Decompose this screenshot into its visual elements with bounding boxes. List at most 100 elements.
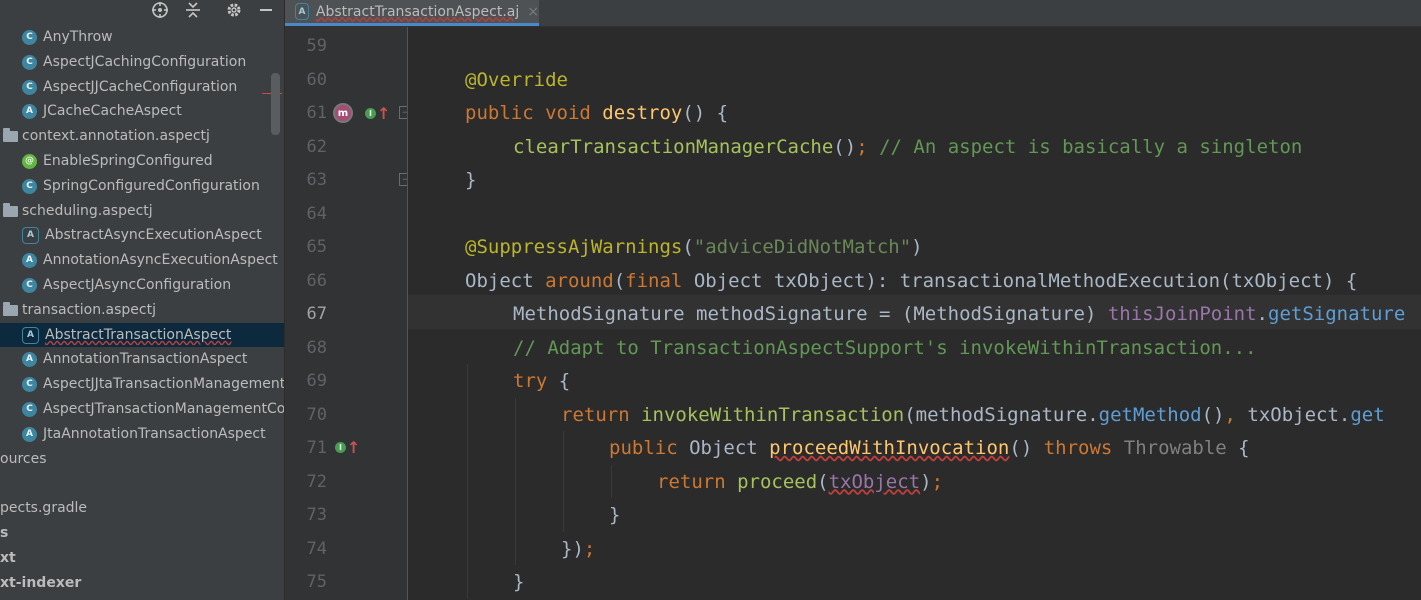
tree-item[interactable]: C AspectJTransactionManagementCo xyxy=(0,397,284,421)
code-token: @SuppressAjWarnings xyxy=(465,236,683,258)
code-token: MethodSignature methodSignature = (Metho… xyxy=(513,303,1108,325)
code-token: proceedWithInvocation xyxy=(769,437,1010,459)
tab-abstract-transaction-aspect[interactable]: A AbstractTransactionAspect.aj × xyxy=(285,0,539,26)
tree-item[interactable]: scheduling.aspectj xyxy=(0,199,284,223)
code-token: , xyxy=(1224,403,1248,426)
tree-item[interactable]: xt-indexer xyxy=(0,571,284,595)
line-number: 65 xyxy=(306,237,327,257)
code-line: MethodSignature methodSignature = (Metho… xyxy=(513,297,1405,331)
tree-item-label: AnnotationTransactionAspect xyxy=(43,351,248,367)
implemented-icon[interactable]: I xyxy=(335,442,346,453)
code-token: Object xyxy=(689,437,770,459)
code-token: () xyxy=(1201,403,1225,426)
line-number: 75 xyxy=(306,572,327,592)
tree-item[interactable]: pects.gradle xyxy=(0,496,284,520)
code-token: (methodSignature. xyxy=(904,403,1099,426)
code-token: () xyxy=(1009,437,1044,459)
folder-icon xyxy=(3,301,18,316)
tree-item[interactable]: transaction.aspectj xyxy=(0,298,284,322)
tree-item-label: scheduling.aspectj xyxy=(22,203,153,219)
arrow-up-icon: ↑ xyxy=(377,103,391,123)
tree-item[interactable]: A JCacheCacheAspect xyxy=(0,99,284,123)
tree-item[interactable]: A AbstractTransactionAspect xyxy=(0,323,284,347)
project-toolbar xyxy=(0,0,284,22)
tree-item[interactable]: C AspectJCachingConfiguration xyxy=(0,50,284,74)
tree-item-label: AbstractTransactionAspect xyxy=(45,327,232,343)
code-line: } xyxy=(465,163,476,197)
locate-icon[interactable] xyxy=(150,0,170,20)
gear-icon[interactable] xyxy=(224,0,244,20)
code-token: ( xyxy=(613,269,626,292)
collapse-icon[interactable] xyxy=(183,0,203,20)
tree-item[interactable]: context.annotation.aspectj xyxy=(0,124,284,148)
indent-guide xyxy=(611,464,612,498)
hide-icon[interactable] xyxy=(256,0,276,20)
tree-item-label: pects.gradle xyxy=(0,500,88,516)
tree-item[interactable]: C AspectJAsyncConfiguration xyxy=(0,273,284,297)
tree-item[interactable] xyxy=(0,471,284,495)
aspect-icon: A xyxy=(22,252,37,268)
code-token: () { xyxy=(682,102,729,124)
abstract-aspect-icon: A xyxy=(22,326,39,344)
code-token: try xyxy=(513,370,559,392)
code-line: @Override xyxy=(465,63,568,97)
aspect-icon: A xyxy=(22,351,37,367)
tree-item[interactable]: ources xyxy=(0,447,284,471)
line-number: 63 xyxy=(306,170,327,190)
tree-item[interactable]: C SpringConfiguredConfiguration xyxy=(0,174,284,198)
tree-item[interactable]: A JtaAnnotationTransactionAspect xyxy=(0,422,284,446)
code-line: } xyxy=(513,565,524,599)
code-token: () xyxy=(833,135,857,158)
code-token: Throwable xyxy=(1123,437,1239,459)
code-token: clearTransactionManagerCache xyxy=(513,135,834,158)
line-number: 71 xyxy=(306,438,327,458)
code-token: } xyxy=(465,169,477,191)
tab-label: AbstractTransactionAspect.aj xyxy=(315,3,520,20)
code-line: return invokeWithinTransaction(methodSig… xyxy=(561,398,1385,432)
code-token: ( xyxy=(817,470,829,493)
code-line: // Adapt to TransactionAspectSupport's i… xyxy=(513,331,1257,365)
overridden-method-icon[interactable]: m xyxy=(333,103,353,123)
code-token: ) xyxy=(911,236,923,258)
abstract-aspect-icon: A xyxy=(22,226,39,244)
code-editor[interactable]: @Override public void destroy() {clearTra… xyxy=(408,27,1421,600)
tree-item[interactable]: A AnnotationAsyncExecutionAspect xyxy=(0,248,284,272)
folder-icon xyxy=(3,202,18,217)
code-token: getMethod xyxy=(1098,403,1202,426)
gutter-marker[interactable]: I ↑ xyxy=(335,438,360,457)
code-line: }); xyxy=(561,532,595,566)
annotation-icon: @ xyxy=(22,153,37,169)
code-token: get xyxy=(1350,403,1385,426)
class-icon: C xyxy=(22,178,37,194)
tree-item[interactable]: A AnnotationTransactionAspect xyxy=(0,347,284,371)
tree-item[interactable]: C AspectJJCacheConfiguration xyxy=(0,75,284,99)
line-number: 64 xyxy=(306,203,327,224)
close-icon[interactable]: × xyxy=(527,4,539,20)
tree-item[interactable]: @ EnableSpringConfigured xyxy=(0,149,284,173)
gutter-marker[interactable]: m I ↑ xyxy=(333,103,390,123)
code-token: txObject xyxy=(828,470,921,493)
implemented-icon[interactable]: I xyxy=(365,107,376,119)
abstract-aspect-icon: A xyxy=(295,3,309,20)
code-line: try { xyxy=(513,364,570,398)
folder-icon xyxy=(3,127,18,142)
tree-item[interactable]: C AspectJJtaTransactionManagement xyxy=(0,372,284,396)
tree-item[interactable]: xt xyxy=(0,546,284,570)
tree-item-label: AbstractAsyncExecutionAspect xyxy=(45,227,262,243)
sidebar-scrollbar[interactable] xyxy=(271,73,280,135)
tree-item-label: xt-indexer xyxy=(0,575,82,591)
tree-item-label: SpringConfiguredConfiguration xyxy=(43,178,260,194)
tree-item[interactable]: A AbstractAsyncExecutionAspect xyxy=(0,223,284,247)
code-token: "adviceDidNotMatch" xyxy=(693,236,912,258)
code-token: } xyxy=(513,571,525,593)
code-token: Object xyxy=(465,269,546,292)
tree-item[interactable]: C AnyThrow xyxy=(0,25,284,49)
tree-item-label: transaction.aspectj xyxy=(22,302,156,318)
tree-item[interactable]: s xyxy=(0,521,284,545)
project-tool-window: C AnyThrow C AspectJCachingConfiguration C As… xyxy=(0,0,284,600)
line-number: 68 xyxy=(306,337,327,358)
tree-item-label: AspectJJCacheConfiguration xyxy=(43,79,238,95)
code-token: throws xyxy=(1043,437,1124,459)
class-icon: C xyxy=(22,401,37,417)
code-token: { xyxy=(1238,437,1250,459)
